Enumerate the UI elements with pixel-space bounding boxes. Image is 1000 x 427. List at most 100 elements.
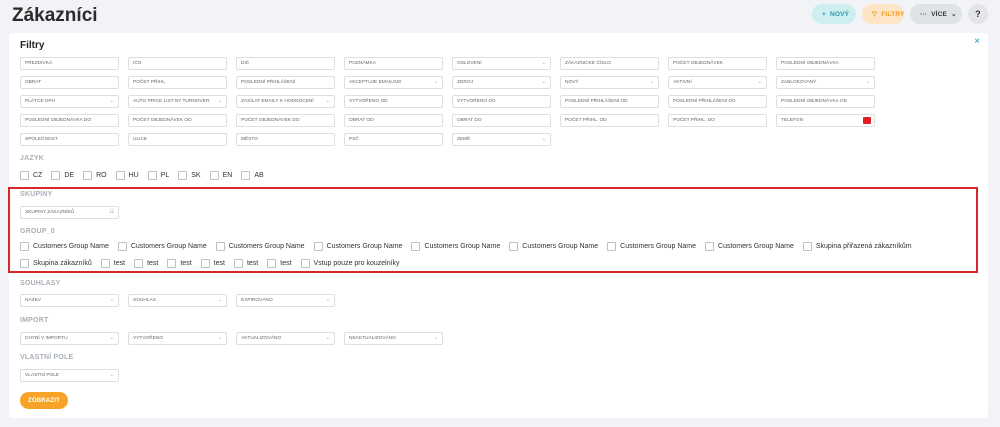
- filter-field[interactable]: SPOLEČNOST: [20, 133, 119, 146]
- checkbox-box[interactable]: [51, 171, 61, 180]
- customer-groups-field[interactable]: SKUPINY ZÁKAZNÍKŮ ☷: [20, 206, 119, 219]
- phone-field[interactable]: TELEFON: [776, 114, 875, 127]
- filter-field[interactable]: POSLEDNÍ PŘIHLÁŠENÍ: [236, 76, 335, 89]
- checkbox-group[interactable]: test: [134, 259, 158, 268]
- checkbox-ro[interactable]: RO: [83, 171, 107, 180]
- filter-select[interactable]: AUTO PRICE LIST BY TURNOVER ⌄: [128, 95, 227, 108]
- checkbox-box[interactable]: [20, 242, 29, 251]
- checkbox-box[interactable]: [147, 171, 157, 180]
- filter-select[interactable]: AKTUALIZOVÁNO ⌄: [236, 332, 335, 345]
- filter-select[interactable]: ZASÍLAT EMAILY K HODNOCENÍ ⌄: [236, 95, 335, 108]
- checkbox-group[interactable]: test: [200, 259, 225, 268]
- filter-select[interactable]: NÁZEV ⌄: [20, 294, 119, 307]
- filter-field[interactable]: ULICE: [128, 133, 227, 146]
- checkbox-group[interactable]: test: [100, 259, 125, 268]
- filter-field[interactable]: POSLEDNÍ OBJEDNÁVKA: [776, 57, 875, 70]
- filter-select[interactable]: AKTIVNÍ ⌄: [668, 76, 767, 89]
- filter-select[interactable]: CHYBÍ V IMPORTU ⌄: [20, 332, 119, 345]
- filter-field[interactable]: IČO: [128, 57, 227, 70]
- checkbox-cz[interactable]: CZ: [20, 171, 42, 180]
- filter-field[interactable]: POSLEDNÍ OBJEDNÁVKA OD: [776, 95, 875, 108]
- filter-select[interactable]: SOUHLAS ⌄: [128, 294, 227, 307]
- filter-field[interactable]: POSLEDNÍ PŘIHLÁŠENÍ DO: [668, 95, 767, 108]
- filter-select[interactable]: EXPIROVÁNO ⌄: [236, 294, 335, 307]
- checkbox-group[interactable]: Customers Group Name: [117, 242, 207, 251]
- close-icon[interactable]: ×: [974, 36, 980, 47]
- checkbox-box[interactable]: [215, 242, 225, 251]
- checkbox-box[interactable]: [167, 259, 177, 268]
- checkbox-group[interactable]: test: [267, 259, 292, 268]
- checkbox-group[interactable]: Customers Group Name: [215, 242, 305, 251]
- filter-field[interactable]: POČET PŘIHL. OD: [560, 114, 659, 127]
- checkbox-box[interactable]: [509, 242, 519, 251]
- checkbox-box[interactable]: [267, 259, 277, 268]
- checkbox-box[interactable]: [20, 171, 29, 180]
- filter-field[interactable]: MĚSTO: [236, 133, 335, 146]
- filter-field[interactable]: ZÁKAZNICKÉ ČÍSLO: [560, 57, 659, 70]
- filter-field[interactable]: POZNÁMKA: [344, 57, 443, 70]
- filter-field[interactable]: POČET PŘIHL.: [128, 76, 227, 89]
- show-button[interactable]: ZOBRAZIT: [20, 392, 68, 409]
- checkbox-box[interactable]: [178, 171, 188, 180]
- checkbox-group[interactable]: Customers Group Name: [607, 242, 696, 251]
- checkbox-group[interactable]: Vstup pouze pro kouzelníky: [300, 259, 400, 268]
- filter-select[interactable]: AKCEPTUJE EMAILING ⌄: [344, 76, 443, 89]
- checkbox-box[interactable]: [200, 259, 210, 268]
- filter-field[interactable]: POČET OBJEDNÁVEK OD: [128, 114, 227, 127]
- checkbox-box[interactable]: [233, 259, 243, 268]
- filter-field[interactable]: POČET OBJEDNÁVEK: [668, 57, 767, 70]
- checkbox-group[interactable]: Customers Group Name: [705, 242, 794, 251]
- checkbox-box[interactable]: [802, 242, 812, 251]
- checkbox-group[interactable]: Skupina zákazníků: [20, 259, 92, 268]
- checkbox-ab[interactable]: AB: [241, 171, 264, 180]
- checkbox-group[interactable]: Customers Group Name: [20, 242, 109, 251]
- filter-field[interactable]: POSLEDNÍ OBJEDNÁVKA DO: [20, 114, 119, 127]
- filter-field[interactable]: POSLEDNÍ PŘIHLÁŠENÍ OD: [560, 95, 659, 108]
- checkbox-box[interactable]: [83, 171, 93, 180]
- checkbox-box[interactable]: [209, 171, 219, 180]
- filter-field[interactable]: OBRAT OD: [344, 114, 443, 127]
- checkbox-group[interactable]: Customers Group Name: [411, 242, 500, 251]
- checkbox-box[interactable]: [117, 242, 127, 251]
- filters-button[interactable]: ▽ FILTRY: [862, 4, 904, 24]
- filter-field[interactable]: VYTVOŘENO OD: [344, 95, 443, 108]
- checkbox-box[interactable]: [241, 171, 251, 180]
- filter-field[interactable]: POČET OBJEDNÁVEK DO: [236, 114, 335, 127]
- checkbox-pl[interactable]: PL: [147, 171, 169, 180]
- checkbox-group[interactable]: Customers Group Name: [509, 242, 598, 251]
- filter-field[interactable]: POČET PŘIHL. DO: [668, 114, 767, 127]
- filter-select[interactable]: NEAKTUALIZOVÁNO ⌄: [344, 332, 443, 345]
- checkbox-sk[interactable]: SK: [178, 171, 201, 180]
- help-button[interactable]: ?: [968, 4, 988, 24]
- checkbox-box[interactable]: [705, 242, 715, 251]
- filter-field[interactable]: OBRAT DO: [452, 114, 551, 127]
- filter-select[interactable]: VYTVOŘENO ⌄: [128, 332, 227, 345]
- filter-select[interactable]: ZABLOKOVANÝ ⌄: [776, 76, 875, 89]
- checkbox-group[interactable]: Customers Group Name: [313, 242, 402, 251]
- checkbox-box[interactable]: [607, 242, 617, 251]
- flag-icon[interactable]: [863, 117, 871, 124]
- filter-select[interactable]: ZEMĚ ⌄: [452, 133, 551, 146]
- checkbox-box[interactable]: [313, 242, 323, 251]
- checkbox-box[interactable]: [134, 259, 144, 268]
- checkbox-en[interactable]: EN: [209, 171, 232, 180]
- filter-field[interactable]: OBRAT: [20, 76, 119, 89]
- filter-select[interactable]: PLÁTCE DPH ⌄: [20, 95, 119, 108]
- filter-field[interactable]: PSČ: [344, 133, 443, 146]
- checkbox-de[interactable]: DE: [51, 171, 74, 180]
- checkbox-box[interactable]: [100, 259, 110, 268]
- checkbox-box[interactable]: [20, 259, 29, 268]
- checkbox-box[interactable]: [115, 171, 125, 180]
- checkbox-hu[interactable]: HU: [115, 171, 139, 180]
- checkbox-box[interactable]: [411, 242, 421, 251]
- filter-field[interactable]: PŘEZDÍVKA: [20, 57, 119, 70]
- filter-select[interactable]: ZDROJ ⌄: [452, 76, 551, 89]
- filter-select[interactable]: VLASTNÍ POLE ⌄: [20, 369, 119, 382]
- more-button[interactable]: ··· VÍCE ⌄: [910, 4, 962, 24]
- checkbox-group[interactable]: Skupina přiřazená zákazníkům: [802, 242, 912, 251]
- new-button[interactable]: + NOVÝ: [812, 4, 856, 24]
- filter-field[interactable]: VYTVOŘENO DO: [452, 95, 551, 108]
- checkbox-group[interactable]: test: [167, 259, 192, 268]
- checkbox-group[interactable]: test: [233, 259, 258, 268]
- filter-select[interactable]: NOVÝ ⌄: [560, 76, 659, 89]
